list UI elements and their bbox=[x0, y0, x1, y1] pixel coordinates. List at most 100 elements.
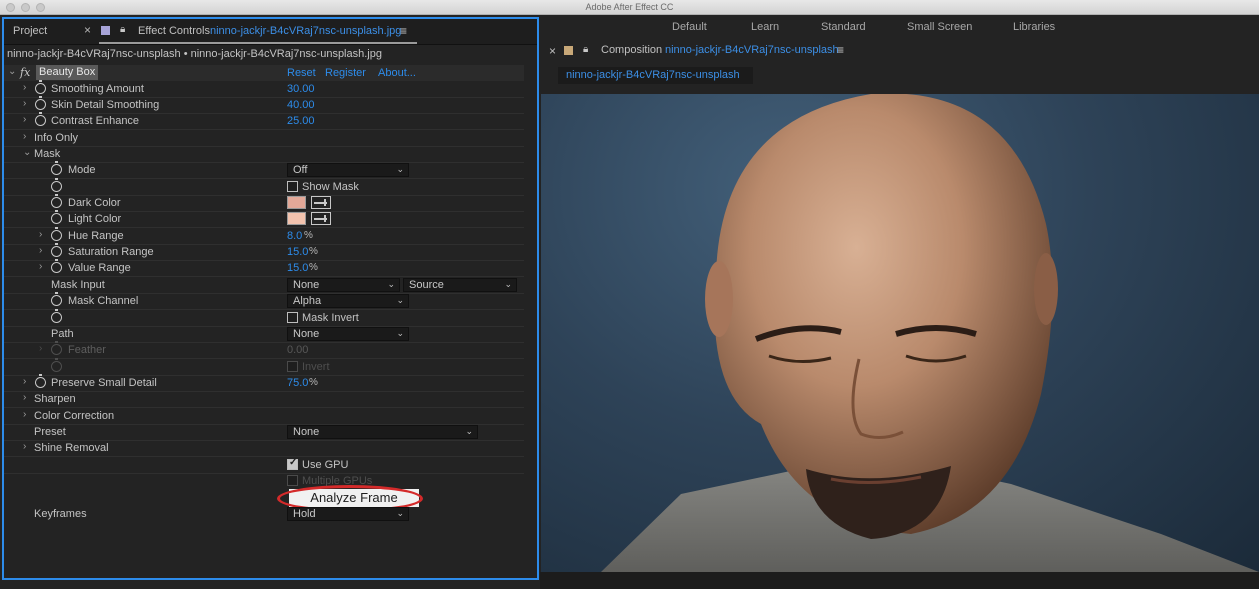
composition-viewer[interactable] bbox=[541, 94, 1259, 572]
hue-range-value[interactable]: 8.0 bbox=[287, 230, 302, 242]
stopwatch-icon[interactable] bbox=[35, 374, 46, 388]
chevron-down-icon[interactable]: ⌄ bbox=[23, 147, 31, 158]
composition-subtab[interactable]: ninno-jackjr-B4cVRaj7nsc-unsplash bbox=[558, 67, 753, 84]
composition-name-tab[interactable]: ninno-jackjr-B4cVRaj7nsc-unsplash bbox=[665, 44, 839, 56]
tab-project[interactable]: Project bbox=[13, 25, 47, 37]
chevron-right-icon[interactable]: › bbox=[23, 409, 26, 420]
light-color-row: Light Color bbox=[4, 210, 524, 227]
mask-invert-label: Mask Invert bbox=[302, 312, 359, 324]
workspace-libraries[interactable]: Libraries bbox=[1013, 21, 1055, 33]
close-composition-icon[interactable]: × bbox=[549, 44, 556, 58]
workspace-default[interactable]: Default bbox=[672, 21, 707, 33]
chevron-down-icon[interactable]: ⌄ bbox=[8, 66, 16, 77]
panel-menu-icon[interactable]: ≡ bbox=[400, 24, 407, 38]
saturation-range-value[interactable]: 15.0 bbox=[287, 246, 308, 258]
shine-removal-row: › Shine Removal bbox=[4, 440, 524, 456]
keyframes-row: Keyframes Hold ⌄ bbox=[4, 506, 524, 522]
mask-mode-row: Mode Off ⌄ bbox=[4, 161, 524, 178]
preset-dropdown[interactable]: None ⌄ bbox=[287, 425, 478, 439]
show-mask-label: Show Mask bbox=[302, 181, 359, 193]
chevron-right-icon[interactable]: › bbox=[23, 376, 26, 387]
value-range-value[interactable]: 15.0 bbox=[287, 262, 308, 274]
chevron-right-icon[interactable]: › bbox=[23, 82, 26, 93]
chevron-right-icon[interactable]: › bbox=[23, 114, 26, 125]
tab-effect-controls[interactable]: Effect Controls bbox=[138, 25, 210, 37]
use-gpu-checkbox[interactable] bbox=[287, 457, 298, 470]
mask-group-row: ⌄ Mask bbox=[4, 146, 524, 162]
stopwatch-icon[interactable] bbox=[35, 80, 46, 94]
chevron-right-icon[interactable]: › bbox=[39, 229, 42, 240]
contrast-enhance-value[interactable]: 25.00 bbox=[287, 115, 315, 127]
effect-name[interactable]: Beauty Box bbox=[36, 65, 99, 80]
mask-label[interactable]: Mask bbox=[34, 148, 60, 160]
info-only-label[interactable]: Info Only bbox=[34, 132, 78, 144]
stopwatch-icon[interactable] bbox=[51, 259, 62, 273]
invert-row: Invert bbox=[4, 358, 524, 375]
chevron-right-icon[interactable]: › bbox=[23, 392, 26, 403]
stopwatch-icon[interactable] bbox=[51, 194, 62, 208]
smoothing-amount-value[interactable]: 30.00 bbox=[287, 83, 315, 95]
panel-menu-icon[interactable]: ≡ bbox=[837, 43, 844, 57]
stopwatch-icon[interactable] bbox=[51, 161, 62, 175]
mask-mode-dropdown[interactable]: Off ⌄ bbox=[287, 163, 409, 177]
stopwatch-icon[interactable] bbox=[35, 96, 46, 110]
about-link[interactable]: About... bbox=[378, 67, 416, 79]
lock-icon[interactable]: 🔒︎ bbox=[583, 44, 588, 55]
dark-color-swatch[interactable] bbox=[287, 196, 306, 209]
light-color-label: Light Color bbox=[68, 213, 122, 225]
keyframes-dropdown[interactable]: Hold ⌄ bbox=[287, 507, 409, 521]
chevron-right-icon: › bbox=[39, 343, 43, 354]
chevron-right-icon[interactable]: › bbox=[39, 245, 42, 256]
chevron-right-icon[interactable]: › bbox=[23, 131, 26, 142]
stopwatch-icon[interactable] bbox=[51, 309, 62, 323]
eyedropper-icon[interactable] bbox=[311, 212, 331, 225]
stopwatch-icon bbox=[51, 341, 62, 355]
tab-effect-controls-file[interactable]: ninno-jackjr-B4cVRaj7nsc-unsplash.jpg bbox=[210, 25, 401, 37]
stopwatch-icon[interactable] bbox=[35, 112, 46, 126]
chevron-right-icon[interactable]: › bbox=[23, 98, 26, 109]
workspace-standard[interactable]: Standard bbox=[821, 21, 866, 33]
hue-range-unit: % bbox=[304, 230, 313, 241]
mask-input-source-dropdown[interactable]: Source ⌄ bbox=[403, 278, 517, 292]
preserve-small-detail-value[interactable]: 75.0 bbox=[287, 377, 308, 389]
show-mask-checkbox[interactable] bbox=[287, 181, 298, 192]
mask-invert-checkbox[interactable] bbox=[287, 312, 298, 323]
preserve-small-detail-label: Preserve Small Detail bbox=[51, 377, 157, 389]
preserve-small-detail-unit: % bbox=[309, 377, 318, 388]
chevron-down-icon: ⌄ bbox=[396, 508, 404, 518]
stopwatch-icon[interactable] bbox=[51, 292, 62, 306]
workspace-learn[interactable]: Learn bbox=[751, 21, 779, 33]
reset-link[interactable]: Reset bbox=[287, 67, 316, 79]
chevron-right-icon[interactable]: › bbox=[39, 261, 42, 272]
sharpen-label[interactable]: Sharpen bbox=[34, 393, 76, 405]
use-gpu-row: Use GPU bbox=[4, 457, 524, 473]
fx-icon[interactable]: fx bbox=[20, 66, 30, 79]
keyframes-value: Hold bbox=[293, 508, 316, 520]
color-correction-label[interactable]: Color Correction bbox=[34, 410, 114, 422]
invert-label: Invert bbox=[302, 361, 330, 373]
mask-channel-dropdown[interactable]: Alpha ⌄ bbox=[287, 294, 409, 308]
shine-removal-label[interactable]: Shine Removal bbox=[34, 442, 109, 454]
mask-invert-row: Mask Invert bbox=[4, 309, 524, 326]
mask-input-row: Mask Input None ⌄ Source ⌄ bbox=[4, 277, 524, 293]
stopwatch-icon[interactable] bbox=[51, 243, 62, 257]
effect-controls-swatch-icon bbox=[101, 26, 110, 35]
mask-input-dropdown[interactable]: None ⌄ bbox=[287, 278, 400, 292]
register-link[interactable]: Register bbox=[325, 67, 366, 79]
close-tab-icon[interactable]: × bbox=[84, 23, 91, 37]
workspace-small-screen[interactable]: Small Screen bbox=[907, 21, 972, 33]
mask-input-label: Mask Input bbox=[51, 279, 105, 291]
feather-row: › Feather 0.00 bbox=[4, 341, 524, 358]
stopwatch-icon[interactable] bbox=[51, 227, 62, 241]
chevron-right-icon[interactable]: › bbox=[23, 441, 26, 452]
light-color-swatch[interactable] bbox=[287, 212, 306, 225]
lock-icon[interactable]: 🔒︎ bbox=[120, 24, 125, 35]
eyedropper-icon[interactable] bbox=[311, 196, 331, 209]
viewer-bottom-bar bbox=[540, 572, 1259, 589]
stopwatch-icon[interactable] bbox=[51, 178, 62, 192]
stopwatch-icon[interactable] bbox=[51, 210, 62, 224]
value-range-row: › Value Range 15.0 % bbox=[4, 259, 524, 276]
skin-detail-smoothing-value[interactable]: 40.00 bbox=[287, 99, 315, 111]
path-dropdown[interactable]: None ⌄ bbox=[287, 327, 409, 341]
contrast-enhance-label: Contrast Enhance bbox=[51, 115, 140, 127]
